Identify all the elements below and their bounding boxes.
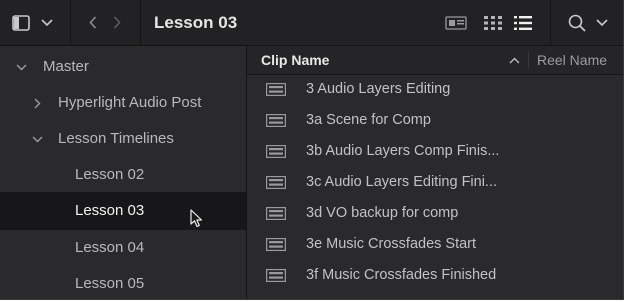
tree-item-label: Lesson 04 [75,239,145,256]
clip-list: Clip Name Reel Name 3 Audio Layers Editi… [247,46,623,299]
tree-item-lesson-03[interactable]: Lesson 03 [0,192,246,230]
tree-item-master[interactable]: Master [0,49,246,85]
timeline-clip-icon [266,269,286,282]
clip-row[interactable]: 3d VO backup for comp [247,198,623,229]
tree-item-label: Master [43,58,89,75]
sidebar-toggle-icon [12,14,30,31]
clip-name: 3 Audio Layers Editing [306,81,451,97]
clip-row[interactable]: 3 Audio Layers Editing [247,74,623,105]
toggle-bin-list-button[interactable] [6,0,36,45]
tree-item-label: Hyperlight Audio Post [58,94,202,111]
metadata-view-button[interactable] [443,0,469,45]
clip-row[interactable]: 3c Audio Layers Editing Fini... [247,167,623,198]
media-pool-panel: Lesson 03 Master Hyperlight Audio Post L… [0,0,624,300]
metadata-view-icon [445,15,467,30]
chevron-down-icon[interactable] [32,136,43,143]
clip-row[interactable]: 3a Scene for Comp [247,105,623,136]
timeline-clip-icon [266,145,286,158]
toolbar-divider [140,0,141,45]
tree-item-hyperlight-audio-post[interactable]: Hyperlight Audio Post [0,85,246,121]
clip-name: 3c Audio Layers Editing Fini... [306,174,498,190]
column-header-reel-name[interactable]: Reel Name [537,46,607,74]
sort-ascending-icon [509,57,520,63]
back-button[interactable] [84,0,102,45]
clip-name: 3a Scene for Comp [306,112,431,128]
tree-item-label: Lesson 02 [75,166,145,183]
timeline-clip-icon [266,207,286,220]
search-icon [568,14,586,32]
bin-options-dropdown[interactable] [38,0,56,45]
toolbar: Lesson 03 [0,0,623,46]
search-button[interactable] [566,0,588,45]
thumbnail-view-button[interactable] [481,0,505,45]
tree-item-lesson-timelines[interactable]: Lesson Timelines [0,121,246,157]
column-header-clip-name[interactable]: Clip Name [261,46,329,74]
tree-item-label: Lesson 05 [75,275,145,292]
clip-name: 3d VO backup for comp [306,205,459,221]
list-view-button[interactable] [511,0,535,45]
timeline-clip-icon [266,83,286,96]
grid-view-icon [484,15,502,30]
toolbar-divider [550,0,551,45]
chevron-right-icon[interactable] [34,98,41,109]
clip-row[interactable]: 3b Audio Layers Comp Finis... [247,136,623,167]
bin-tree: Master Hyperlight Audio Post Lesson Time… [0,46,246,299]
chevron-down-icon[interactable] [16,64,27,71]
chevron-down-icon [41,18,53,26]
chevron-left-icon [89,16,97,29]
search-options-dropdown[interactable] [594,0,610,45]
toolbar-divider [70,0,71,45]
sort-toggle[interactable] [509,46,520,74]
mouse-pointer-icon [190,209,203,228]
timeline-clip-icon [266,238,286,251]
chevron-right-icon [113,16,121,29]
list-view-icon [514,15,532,30]
clip-row[interactable]: 3f Music Crossfades Finished [247,260,623,291]
column-resize-handle[interactable] [528,51,529,69]
clip-name: 3f Music Crossfades Finished [306,267,497,283]
clip-name: 3b Audio Layers Comp Finis... [306,143,500,159]
clip-row[interactable]: 3e Music Crossfades Start [247,229,623,260]
tree-item-lesson-05[interactable]: Lesson 05 [0,266,246,299]
list-header: Clip Name Reel Name [247,46,623,75]
tree-item-lesson-02[interactable]: Lesson 02 [0,157,246,193]
timeline-clip-icon [266,176,286,189]
tree-item-label: Lesson 03 [75,202,145,219]
timeline-clip-icon [266,114,286,127]
tree-item-lesson-04[interactable]: Lesson 04 [0,230,246,266]
forward-button[interactable] [108,0,126,45]
chevron-down-icon [596,18,608,26]
tree-item-label: Lesson Timelines [58,130,174,147]
clip-name: 3e Music Crossfades Start [306,236,477,252]
current-bin-title: Lesson 03 [154,13,238,32]
screenshot-frame: Lesson 03 Master Hyperlight Audio Post L… [0,0,627,302]
